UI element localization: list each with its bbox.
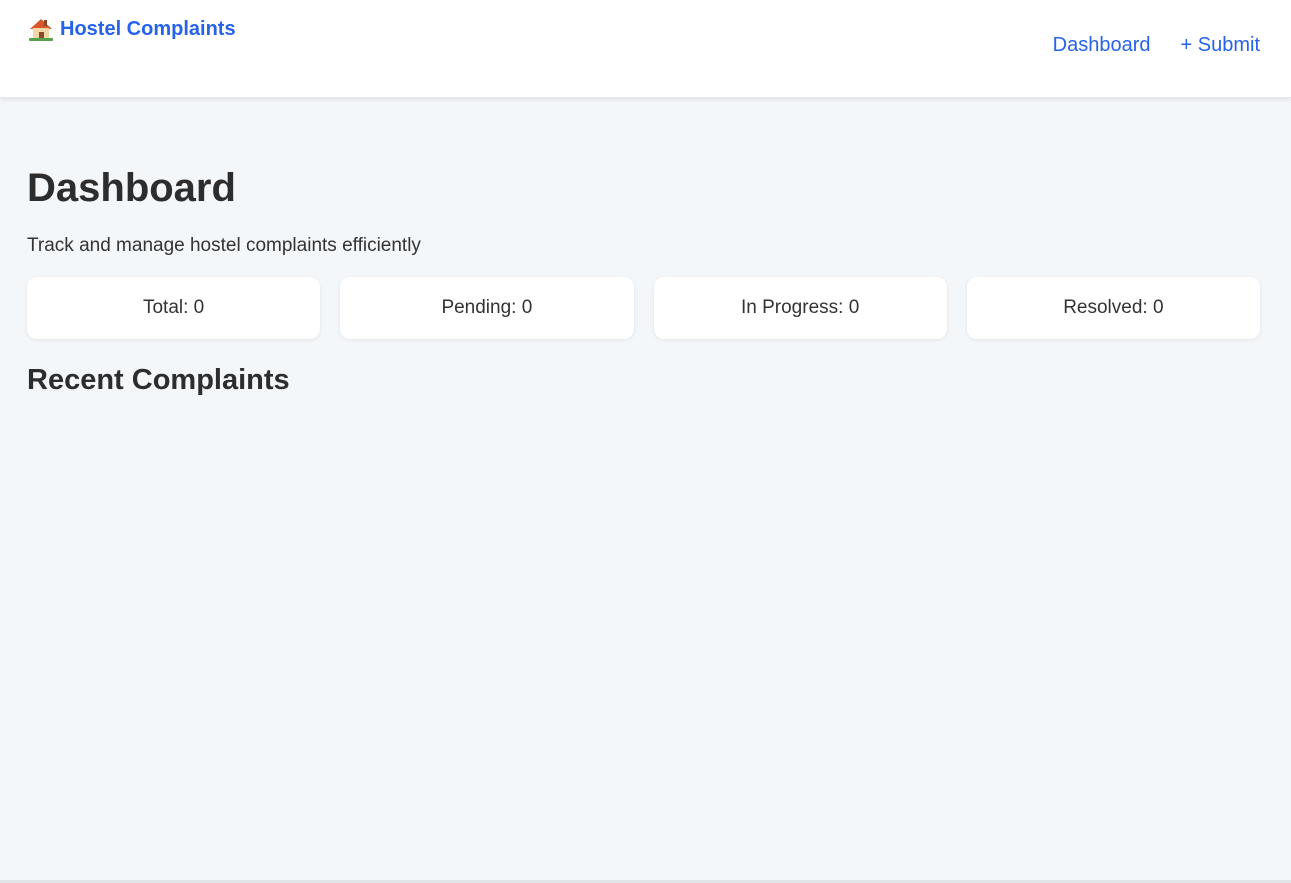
stat-card-total: Total: 0 — [27, 277, 321, 339]
stat-card-pending: Pending: 0 — [340, 277, 634, 339]
page-title: Dashboard — [27, 166, 236, 210]
nav-links: Dashboard + Submit — [1053, 34, 1260, 57]
page-subtitle: Track and manage hostel complaints effic… — [27, 235, 421, 256]
nav-link-submit[interactable]: + Submit — [1181, 34, 1260, 57]
recent-complaints-heading: Recent Complaints — [27, 364, 290, 396]
brand-link[interactable]: Hostel Complaints — [29, 18, 236, 41]
main-content: Dashboard Track and manage hostel compla… — [27, 98, 1260, 427]
house-icon — [29, 18, 53, 41]
nav-link-dashboard[interactable]: Dashboard — [1053, 34, 1151, 57]
stat-card-resolved: Resolved: 0 — [966, 277, 1260, 339]
complaints-list — [27, 407, 1260, 427]
stats-row: Total: 0 Pending: 0 In Progress: 0 Resol… — [27, 277, 1260, 339]
stat-card-in-progress: In Progress: 0 — [653, 277, 947, 339]
navbar: Hostel Complaints Dashboard + Submit — [0, 0, 1291, 98]
brand-label: Hostel Complaints — [60, 18, 236, 40]
